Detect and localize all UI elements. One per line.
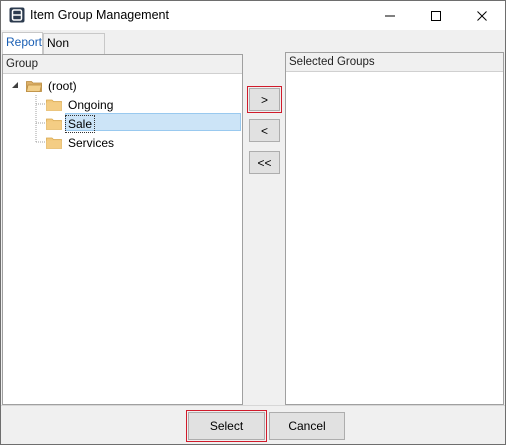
folder-icon [46,99,62,111]
minimize-button[interactable] [367,1,413,30]
cancel-button[interactable]: Cancel [269,412,345,440]
tab-report[interactable]: Report [2,32,43,54]
add-group-button[interactable]: > [247,86,282,113]
item-group-management-window: Item Group Management Report Non Report … [0,0,506,445]
tree-node-label: (root) [48,79,77,93]
tree-node-sale[interactable]: Sale [46,115,96,133]
tree-node-label: Services [68,136,115,150]
maximize-button[interactable] [413,1,459,30]
tree-node-label: Ongoing [68,98,114,112]
tree-node-root[interactable]: (root) [26,77,79,95]
tab-strip: Report Non Report [1,30,505,69]
maximize-icon [431,10,441,21]
selected-groups-panel[interactable]: Selected Groups [285,52,504,405]
window-title: Item Group Management [30,8,169,22]
tree-node-ongoing[interactable]: Ongoing [46,96,115,114]
tree-node-label: Sale [64,115,96,133]
minimize-icon [385,15,395,16]
folder-icon [46,118,62,130]
folder-icon [46,137,62,149]
expanded-triangle-icon[interactable] [11,81,19,89]
tab-non-report[interactable]: Non Report [43,33,105,69]
remove-group-button[interactable]: < [249,119,280,142]
group-tree-panel[interactable]: Group (root) Ongoing Sale Services [2,54,243,405]
close-button[interactable] [459,1,505,30]
close-icon [477,10,487,21]
select-button[interactable]: Select [186,410,267,442]
app-icon [9,7,25,23]
remove-all-groups-button[interactable]: << [249,151,280,174]
selected-groups-header: Selected Groups [286,53,503,72]
folder-open-icon [26,81,42,92]
tree-node-services[interactable]: Services [46,134,116,152]
title-bar: Item Group Management [1,1,505,30]
